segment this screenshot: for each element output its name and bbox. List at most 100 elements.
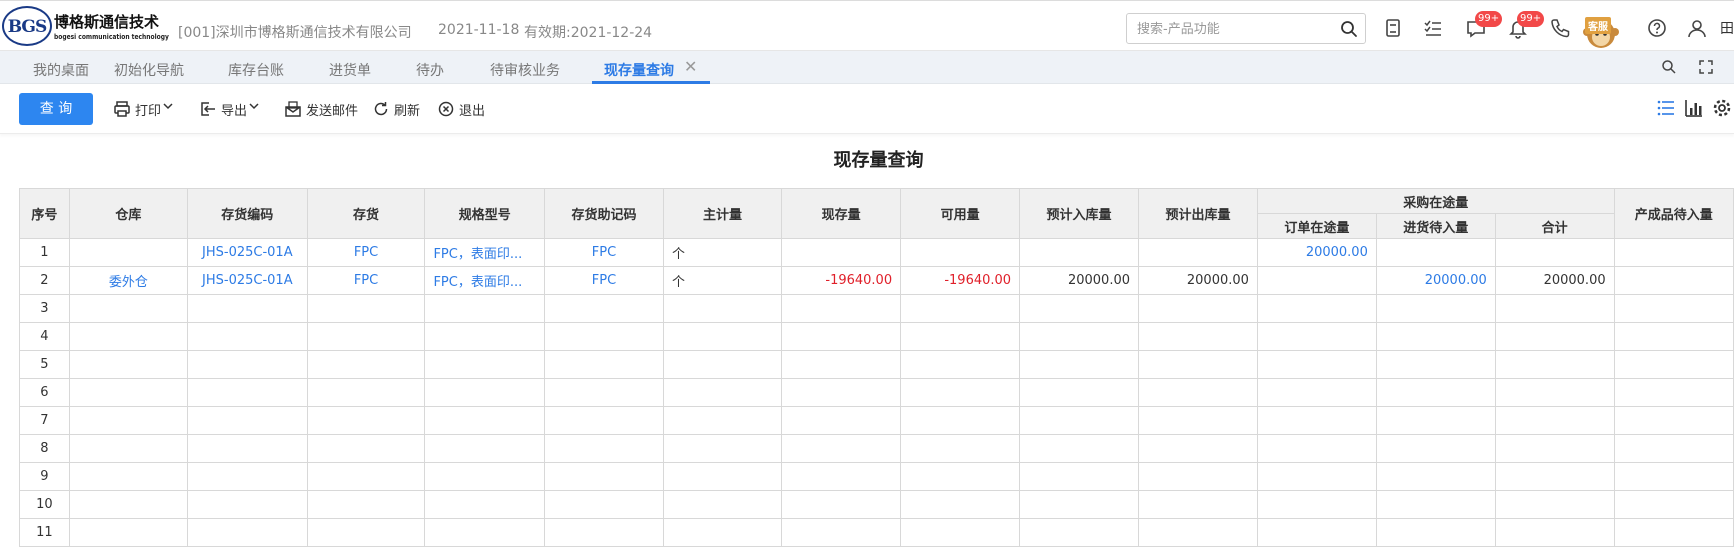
- table-row[interactable]: 1 JHS-025C-01A FPC FPC，表面印... FPC 个 20000.00: [19, 238, 1734, 267]
- table-row[interactable]: 5: [19, 350, 1734, 379]
- cell-unit: 个: [662, 238, 783, 267]
- table-row[interactable]: 9: [19, 462, 1734, 491]
- message-button[interactable]: 99+: [1465, 11, 1503, 39]
- cell-total: [1494, 462, 1615, 491]
- cell-receipt-pending: [1375, 238, 1496, 267]
- cell-order-transit[interactable]: 20000.00: [1256, 238, 1377, 267]
- phone-icon[interactable]: [1549, 17, 1571, 39]
- cell-mnemonic: [544, 462, 664, 491]
- tab-search-icon[interactable]: [1660, 58, 1678, 76]
- col-header-order-transit[interactable]: 订单在途量: [1256, 213, 1377, 239]
- cell-onhand: -19640.00: [781, 266, 902, 295]
- close-circle-icon: [438, 101, 454, 117]
- cell-warehouse[interactable]: 委外仓: [68, 266, 188, 295]
- table-row[interactable]: 7: [19, 406, 1734, 435]
- chart-view-icon[interactable]: [1684, 98, 1704, 118]
- fullscreen-icon[interactable]: [1697, 58, 1715, 76]
- table-row[interactable]: 8: [19, 434, 1734, 463]
- refresh-button[interactable]: 刷新: [372, 99, 422, 119]
- cell-code: [186, 462, 308, 491]
- table-row[interactable]: 3: [19, 294, 1734, 323]
- col-header-pre-out[interactable]: 预计出库量: [1138, 188, 1258, 239]
- cell-seq: 11: [19, 518, 70, 547]
- cell-code: [186, 434, 308, 463]
- window-edge-glyph: 田: [1720, 21, 1734, 37]
- refresh-label: 刷新: [394, 104, 421, 119]
- print-chevron-down-icon: [163, 103, 173, 110]
- cell-unit: [662, 406, 783, 435]
- exit-button[interactable]: 退出: [437, 99, 487, 119]
- cell-pre-in: [1019, 378, 1139, 407]
- calculator-icon[interactable]: [1382, 17, 1404, 39]
- col-header-mnemonic[interactable]: 存货助记码: [544, 188, 664, 239]
- cell-mnemonic[interactable]: FPC: [544, 238, 664, 267]
- query-button[interactable]: 查 询: [19, 93, 93, 125]
- cell-order-transit: [1256, 518, 1377, 547]
- cell-receipt-pending: [1375, 294, 1496, 323]
- tab-desktop[interactable]: 我的桌面: [33, 60, 89, 80]
- cell-pre-in: [1019, 406, 1139, 435]
- col-group-purchase-transit: 采购在途量: [1256, 188, 1615, 214]
- notification-button[interactable]: 99+: [1507, 11, 1545, 39]
- cell-code[interactable]: JHS-025C-01A: [186, 238, 308, 267]
- col-header-seq[interactable]: 序号: [19, 188, 70, 239]
- cell-mnemonic[interactable]: FPC: [544, 266, 664, 295]
- col-header-pre-in[interactable]: 预计入库量: [1019, 188, 1139, 239]
- tab-pending-review[interactable]: 待审核业务: [490, 60, 560, 80]
- search-input[interactable]: [1137, 19, 1327, 39]
- cell-pre-in: [1019, 434, 1139, 463]
- cell-unit: [662, 350, 783, 379]
- search-box: [1126, 13, 1366, 44]
- customer-service-button[interactable]: 客服: [1579, 8, 1623, 52]
- cell-spec[interactable]: FPC，表面印...: [424, 238, 546, 267]
- export-button[interactable]: 导出: [199, 99, 261, 119]
- col-header-available[interactable]: 可用量: [900, 188, 1021, 239]
- send-email-button[interactable]: 发送邮件: [284, 99, 360, 119]
- list-view-icon[interactable]: [1656, 98, 1676, 118]
- settings-gear-icon[interactable]: [1712, 98, 1732, 118]
- help-icon[interactable]: [1646, 17, 1668, 39]
- user-icon[interactable]: [1686, 17, 1708, 39]
- cell-item: [306, 322, 426, 351]
- tab-inventory-ledger[interactable]: 库存台账: [228, 60, 284, 80]
- table-row[interactable]: 10: [19, 490, 1734, 519]
- tab-stock-query[interactable]: 现存量查询: [604, 60, 674, 80]
- col-header-unit[interactable]: 主计量: [662, 188, 783, 239]
- col-header-total[interactable]: 合计: [1494, 213, 1615, 239]
- cell-mnemonic: [544, 406, 664, 435]
- search-icon[interactable]: [1339, 19, 1359, 39]
- tab-purchase-receipt[interactable]: 进货单: [329, 60, 371, 80]
- cell-item: [306, 406, 426, 435]
- col-header-product-pending[interactable]: 产成品待入量: [1613, 188, 1734, 239]
- col-header-warehouse[interactable]: 仓库: [68, 188, 188, 239]
- cell-spec[interactable]: FPC，表面印...: [424, 266, 546, 295]
- cell-total: 20000.00: [1494, 266, 1615, 295]
- col-header-item[interactable]: 存货: [306, 188, 426, 239]
- cell-total: [1494, 378, 1615, 407]
- cell-mnemonic: [544, 434, 664, 463]
- table-row[interactable]: 2 委外仓 JHS-025C-01A FPC FPC，表面印... FPC 个 -19640.…: [19, 266, 1734, 295]
- cell-item[interactable]: FPC: [306, 238, 426, 267]
- tab-init-guide[interactable]: 初始化导航: [114, 60, 184, 80]
- cell-item[interactable]: FPC: [306, 266, 426, 295]
- col-header-code[interactable]: 存货编码: [186, 188, 308, 239]
- notification-badge: 99+: [1517, 11, 1545, 27]
- cell-available: [900, 406, 1021, 435]
- table-row[interactable]: 11: [19, 518, 1734, 547]
- cell-code[interactable]: JHS-025C-01A: [186, 266, 308, 295]
- table-row[interactable]: 6: [19, 378, 1734, 407]
- cell-receipt-pending: [1375, 490, 1496, 519]
- cell-seq: 5: [19, 350, 70, 379]
- table-row[interactable]: 4: [19, 322, 1734, 351]
- tab-todo[interactable]: 待办: [416, 60, 444, 80]
- col-header-receipt-pending[interactable]: 进货待入量: [1375, 213, 1496, 239]
- task-list-icon[interactable]: [1422, 17, 1444, 39]
- tab-close-icon[interactable]: ✕: [684, 57, 697, 76]
- cell-total: [1494, 406, 1615, 435]
- company-logo[interactable]: BGS 博格斯通信技术 bogesi communication technol…: [2, 5, 169, 49]
- cell-seq: 9: [19, 462, 70, 491]
- col-header-onhand[interactable]: 现存量: [781, 188, 902, 239]
- print-button[interactable]: 打印: [113, 99, 175, 119]
- col-header-spec[interactable]: 规格型号: [424, 188, 546, 239]
- cell-receipt-pending[interactable]: 20000.00: [1375, 266, 1496, 295]
